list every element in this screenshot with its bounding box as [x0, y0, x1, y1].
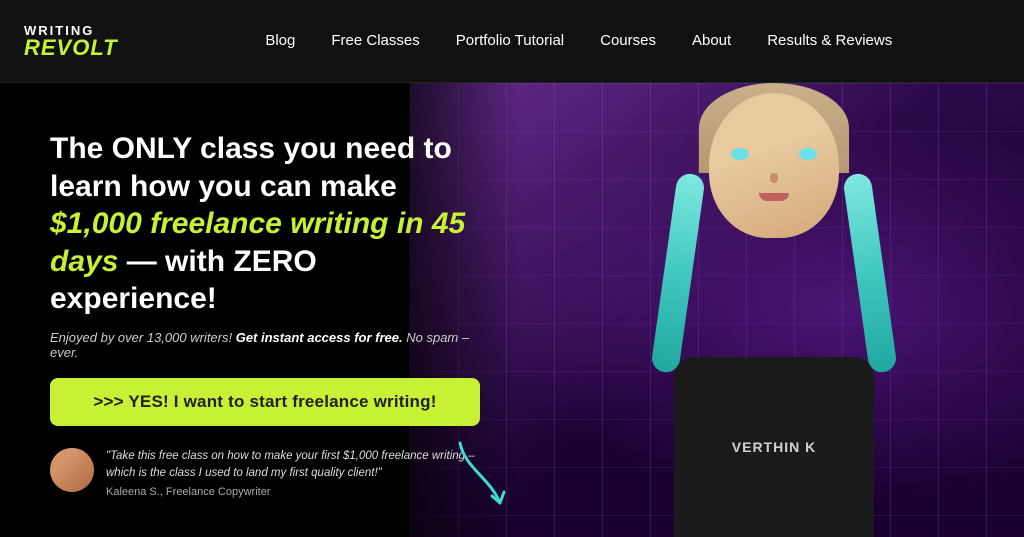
testimonial-author: Kaleena S., Freelance Copywriter: [106, 486, 480, 498]
shirt-text: VERTHIN K: [732, 439, 816, 455]
person-braid-right: [842, 172, 898, 374]
person-figure: VERTHIN K: [584, 83, 964, 537]
navigation: WRITING REVOLT Blog Free Classes Portfol…: [0, 0, 1024, 83]
nav-item-free-classes[interactable]: Free Classes: [331, 32, 419, 50]
person-body: VERTHIN K: [674, 357, 874, 537]
nav-link-free-classes[interactable]: Free Classes: [331, 32, 419, 49]
nav-link-portfolio-tutorial[interactable]: Portfolio Tutorial: [456, 32, 564, 49]
logo[interactable]: WRITING REVOLT: [24, 24, 118, 59]
hero-content: The ONLY class you need to learn how you…: [0, 83, 520, 537]
nav-links: Blog Free Classes Portfolio Tutorial Cou…: [158, 32, 1000, 50]
subtext-normal-1: Enjoyed by over 13,000 writers!: [50, 330, 236, 345]
subtext-bold: Get instant access for free.: [236, 330, 403, 345]
headline-text-1: The ONLY class you need to learn how you…: [50, 132, 452, 203]
hero-subtext: Enjoyed by over 13,000 writers! Get inst…: [50, 330, 480, 360]
nav-link-blog[interactable]: Blog: [265, 32, 295, 49]
person-head: [709, 93, 839, 238]
hero-headline: The ONLY class you need to learn how you…: [50, 130, 480, 318]
nav-item-about[interactable]: About: [692, 32, 731, 50]
testimonial-content: "Take this free class on how to make you…: [106, 448, 480, 499]
avatar-image: [50, 448, 94, 492]
cta-button[interactable]: >>> YES! I want to start freelance writi…: [50, 378, 480, 426]
nav-item-blog[interactable]: Blog: [265, 32, 295, 50]
nav-item-results-reviews[interactable]: Results & Reviews: [767, 32, 892, 50]
testimonial-quote-text: "Take this free class on how to make you…: [106, 448, 480, 483]
nav-link-about[interactable]: About: [692, 32, 731, 49]
testimonial-quote: "Take this free class on how to make you…: [106, 448, 480, 483]
nav-item-portfolio-tutorial[interactable]: Portfolio Tutorial: [456, 32, 564, 50]
nav-link-results-reviews[interactable]: Results & Reviews: [767, 32, 892, 49]
avatar: [50, 448, 94, 492]
hero-section: The ONLY class you need to learn how you…: [0, 83, 1024, 537]
person-braid-left: [650, 172, 706, 374]
testimonial: "Take this free class on how to make you…: [50, 448, 480, 499]
nav-link-courses[interactable]: Courses: [600, 32, 656, 49]
arrow-icon: [450, 438, 510, 508]
nav-item-courses[interactable]: Courses: [600, 32, 656, 50]
logo-revolt: REVOLT: [24, 37, 118, 59]
hero-person: VERTHIN K: [524, 83, 1024, 537]
